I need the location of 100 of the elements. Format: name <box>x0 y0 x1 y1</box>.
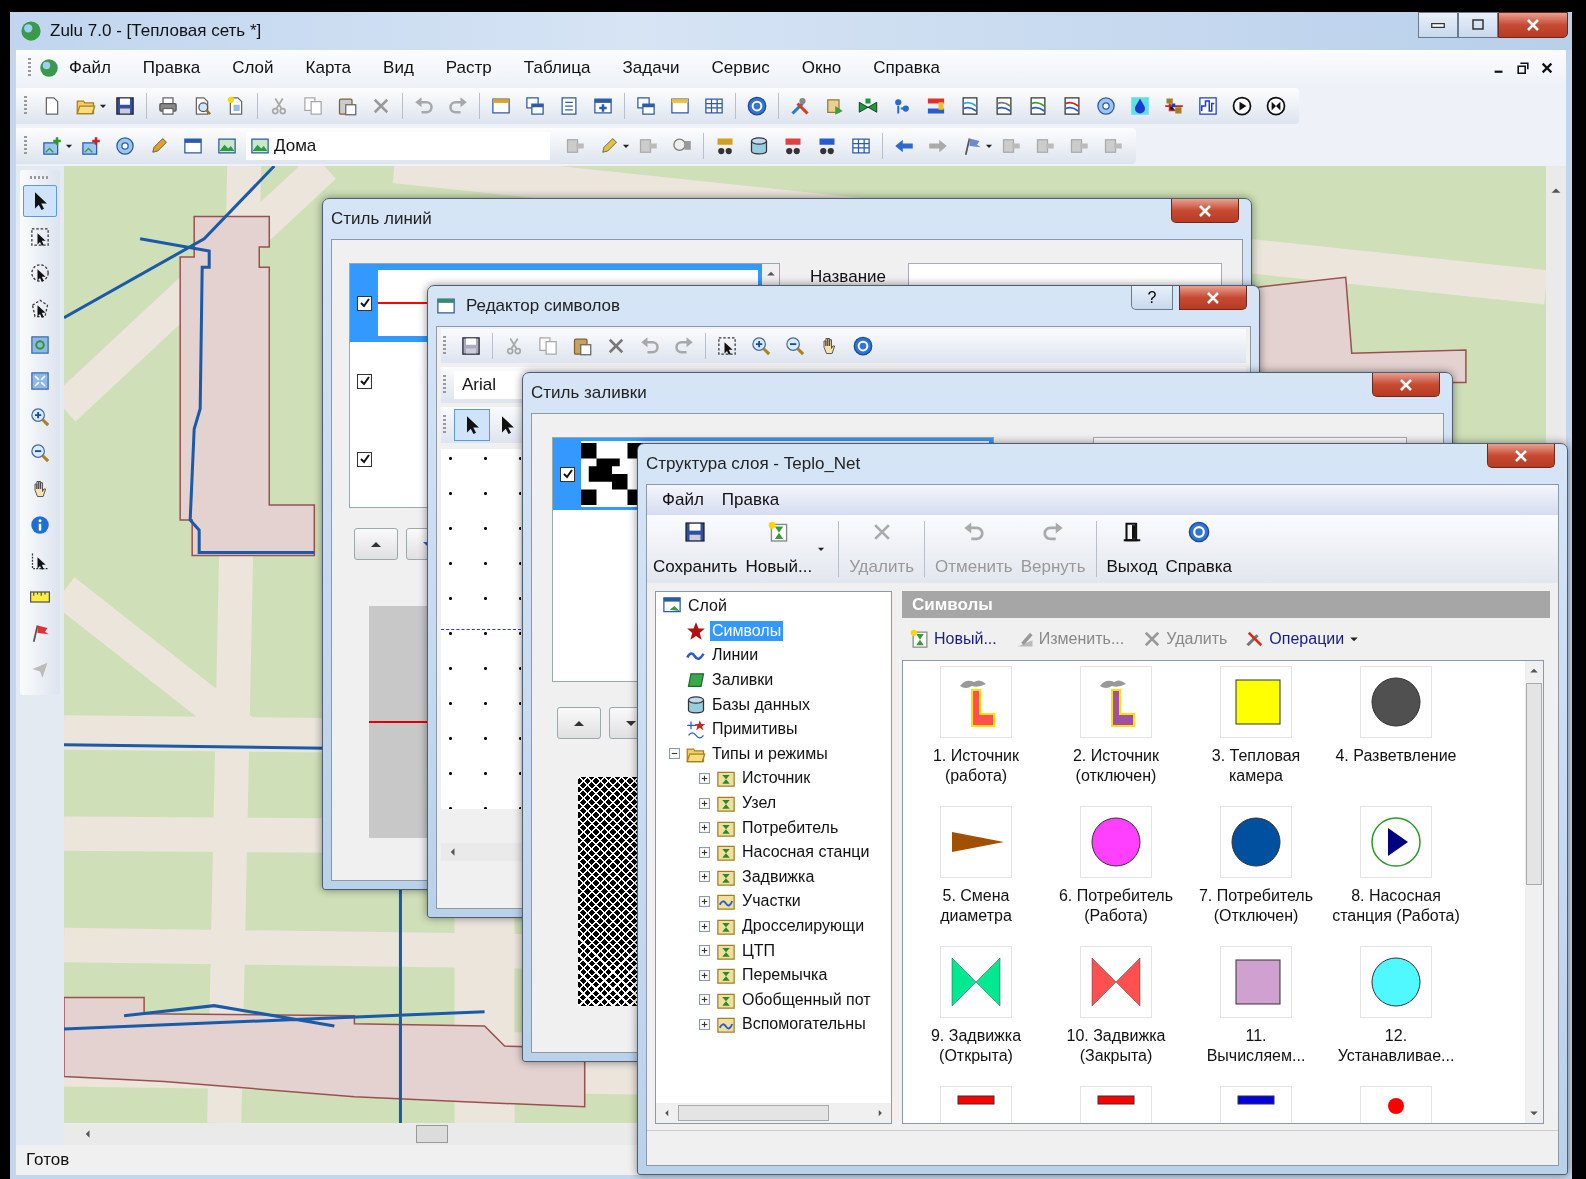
page-icon[interactable] <box>960 96 980 116</box>
expand-icon[interactable] <box>698 969 710 981</box>
flag-icon[interactable] <box>30 623 50 643</box>
delete-icon[interactable] <box>606 336 626 356</box>
table-icon[interactable] <box>851 136 871 156</box>
scroll-thumb[interactable] <box>416 1125 448 1143</box>
paste-icon[interactable] <box>337 96 357 116</box>
symbol-tile[interactable] <box>1080 806 1152 878</box>
gear-icon[interactable] <box>1096 96 1116 116</box>
menu-item[interactable]: Задачи <box>616 56 686 80</box>
scheme-icon[interactable] <box>1164 96 1184 116</box>
toolbar-button[interactable]: Выход <box>1102 519 1162 579</box>
expand-icon[interactable] <box>698 1018 710 1030</box>
refresh-icon[interactable] <box>30 335 50 355</box>
checkbox[interactable] <box>357 295 372 311</box>
add-layer-icon[interactable] <box>42 136 62 156</box>
expand-icon[interactable] <box>698 772 710 784</box>
tree-item[interactable]: Заливки <box>710 670 776 691</box>
menu-item[interactable]: Сервис <box>705 56 776 80</box>
wrench-icon[interactable] <box>790 96 810 116</box>
tree-item[interactable]: Перемычка <box>740 965 830 986</box>
binoculars-icon[interactable] <box>817 136 837 156</box>
help-button[interactable]: ? <box>1131 286 1173 310</box>
windows-icon[interactable] <box>525 96 545 116</box>
toolbar-button[interactable]: Сохранить <box>649 519 742 579</box>
zoom-in-icon[interactable] <box>751 336 771 356</box>
tree-item[interactable]: ЦТП <box>740 940 778 961</box>
tree-item[interactable]: Узел <box>740 793 779 814</box>
symbol-tile[interactable] <box>1220 806 1292 878</box>
symbol-tile[interactable] <box>1360 666 1432 738</box>
zoom-out-icon[interactable] <box>30 443 50 463</box>
zoom-in-icon[interactable] <box>30 407 50 427</box>
font-field[interactable]: Arial <box>454 371 530 399</box>
symbol-tile[interactable] <box>940 666 1012 738</box>
action-link[interactable]: Новый... <box>910 629 997 649</box>
print-icon[interactable] <box>158 96 178 116</box>
flag-icon[interactable] <box>962 136 982 156</box>
tree-item[interactable]: Потребитель <box>740 817 841 838</box>
pipe-icon[interactable] <box>926 96 946 116</box>
menu-item[interactable]: Таблица <box>517 56 597 80</box>
tree-item[interactable]: Типы и режимы <box>710 743 830 764</box>
info-icon[interactable] <box>30 515 50 535</box>
restore-icon[interactable] <box>1516 61 1530 75</box>
expand-icon[interactable] <box>698 945 710 957</box>
list-icon[interactable] <box>559 96 579 116</box>
window-icon[interactable] <box>670 96 690 116</box>
collapse-icon[interactable] <box>668 748 680 760</box>
database-icon[interactable] <box>749 136 769 156</box>
expand-icon[interactable] <box>698 920 710 932</box>
tree-item[interactable]: Участки <box>740 891 803 912</box>
tree-item[interactable]: Задвижка <box>740 866 817 887</box>
symbol-tile[interactable] <box>1220 666 1292 738</box>
tree-item[interactable]: Базы данных <box>710 694 812 715</box>
coordinates-icon[interactable] <box>30 551 50 571</box>
move-up-button[interactable] <box>557 707 601 739</box>
symbol-tile[interactable] <box>1080 666 1152 738</box>
menu-item[interactable]: Растр <box>439 56 498 80</box>
step-chart-icon[interactable] <box>1198 96 1218 116</box>
symbol-tile[interactable] <box>940 946 1012 1018</box>
zoom-out-icon[interactable] <box>785 336 805 356</box>
window-icon[interactable] <box>491 96 511 116</box>
binoculars-icon[interactable] <box>715 136 735 156</box>
horizontal-scrollbar[interactable] <box>656 1103 891 1123</box>
menu-item[interactable]: Справка <box>867 56 946 80</box>
close-button[interactable] <box>1372 373 1440 397</box>
map-icon[interactable] <box>217 136 237 156</box>
binoculars-icon[interactable] <box>783 136 803 156</box>
move-up-button[interactable] <box>354 528 398 560</box>
vertical-scrollbar[interactable] <box>1525 661 1543 1123</box>
pencil-icon[interactable] <box>149 136 169 156</box>
tree-item[interactable]: Дросселирующи <box>740 916 867 936</box>
paste-icon[interactable] <box>572 336 592 356</box>
select-rectangle-icon[interactable] <box>30 227 50 247</box>
page-icon[interactable] <box>1062 96 1082 116</box>
page-icon[interactable] <box>1028 96 1048 116</box>
menu-item[interactable]: Карта <box>299 56 358 80</box>
action-link[interactable]: Операции <box>1245 629 1361 649</box>
play-icon[interactable] <box>1232 96 1252 116</box>
tree-item[interactable]: Вспомогательны <box>740 1014 868 1035</box>
expand-icon[interactable] <box>698 846 710 858</box>
save-icon[interactable] <box>461 336 481 356</box>
remove-layer-icon[interactable] <box>81 136 101 156</box>
pointer-tool-button[interactable] <box>454 409 490 441</box>
close-button[interactable] <box>1171 199 1239 223</box>
scroll-thumb[interactable] <box>1526 683 1542 885</box>
tree-item[interactable]: Источник <box>740 768 813 789</box>
close-button[interactable] <box>1179 286 1247 310</box>
windows-icon[interactable] <box>636 96 656 116</box>
close-icon[interactable] <box>1540 61 1554 75</box>
checkbox[interactable] <box>560 466 575 482</box>
tree-item[interactable]: Слой <box>686 596 729 617</box>
expand-icon[interactable] <box>698 822 710 834</box>
symbol-tile[interactable] <box>1360 806 1432 878</box>
help-icon[interactable] <box>747 96 767 116</box>
expand-icon[interactable] <box>698 797 710 809</box>
tree-item[interactable]: Обобщенный пот <box>740 989 873 1010</box>
toolbar-button[interactable]: Справка <box>1161 519 1237 579</box>
menu-item[interactable]: Файл <box>63 56 117 80</box>
valve-icon[interactable] <box>858 96 878 116</box>
tree-item[interactable]: Линии <box>710 645 761 666</box>
